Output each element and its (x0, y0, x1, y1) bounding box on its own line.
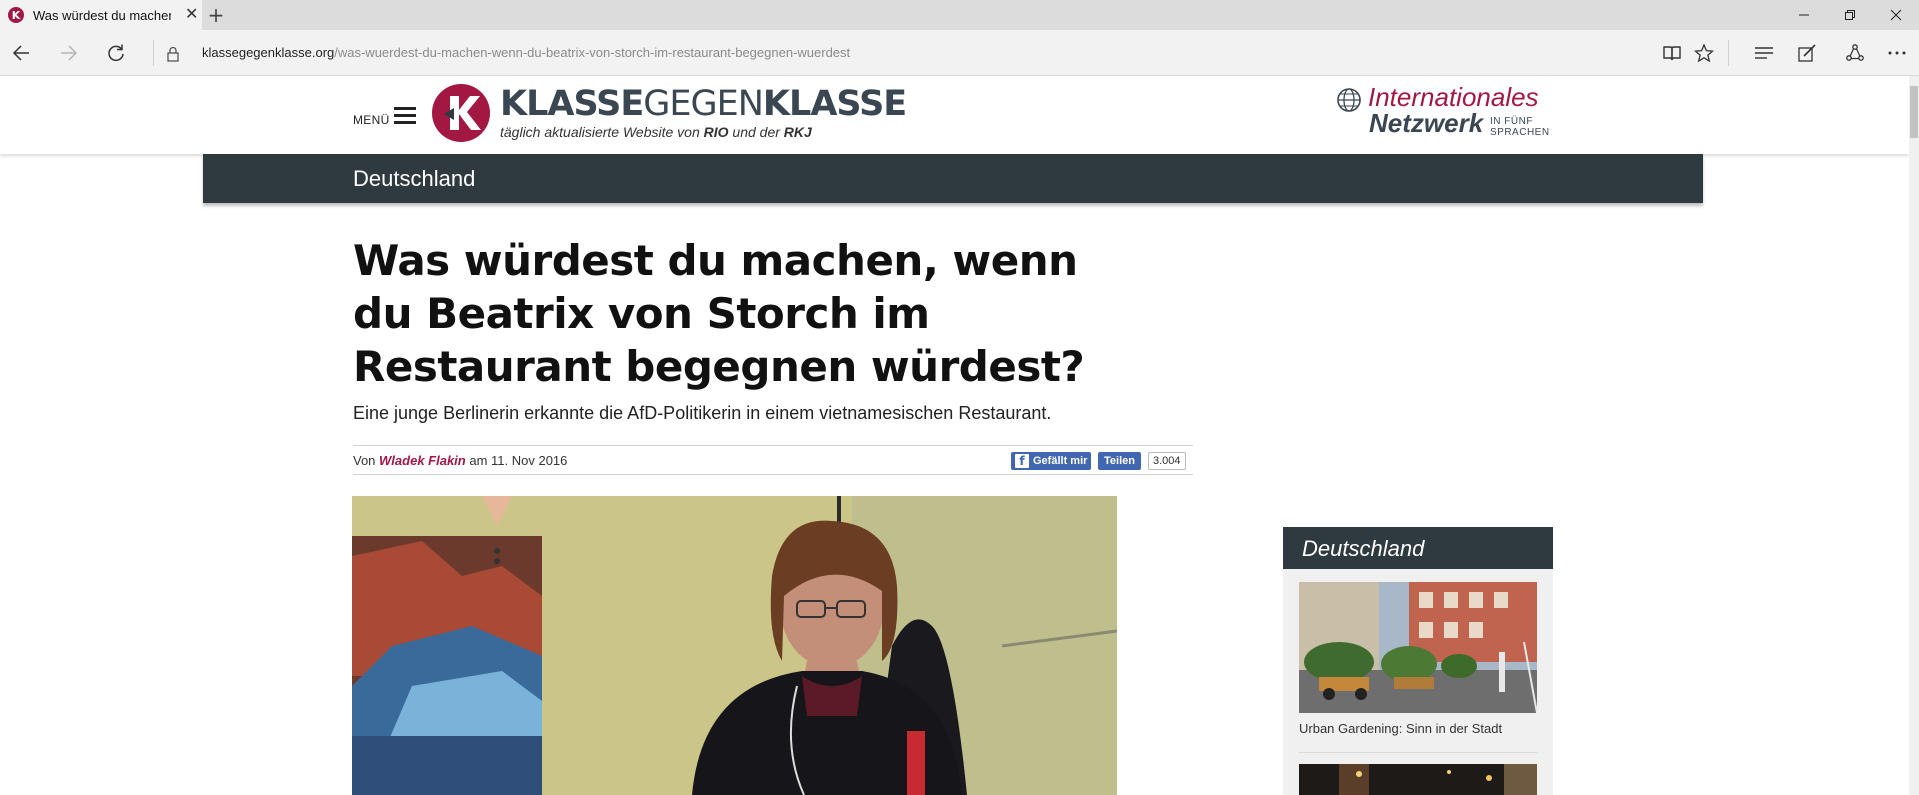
sidebar-section-title[interactable]: Deutschland (1302, 536, 1424, 562)
toolbar-divider (153, 40, 154, 66)
more-button[interactable] (1882, 38, 1912, 68)
reading-view-icon (1663, 46, 1681, 61)
browser-tab[interactable]: K Was würdest du machen, wenn du Beatrix… (0, 0, 202, 30)
back-arrow-icon (12, 45, 29, 61)
back-button[interactable] (6, 38, 36, 68)
logo-word-klasse-2: KLASSE (762, 84, 907, 124)
sidebar-article-image[interactable] (1299, 582, 1537, 713)
scrollbar-thumb[interactable] (1910, 86, 1918, 138)
new-tab-button[interactable]: + (206, 5, 226, 25)
share-icon (1846, 44, 1864, 61)
article-byline: Von Wladek Flakin am 11. Nov 2016 (353, 453, 567, 468)
author-link[interactable]: Wladek Flakin (379, 453, 466, 468)
url-domain: klassegegenklasse.org (202, 45, 335, 60)
url-field[interactable]: klassegegenklasse.org/was-wuerdest-du-ma… (202, 45, 850, 60)
favorite-star-icon (1694, 43, 1714, 63)
refresh-icon (108, 44, 124, 62)
logo-word-gegen: GEGEN (643, 84, 764, 124)
section-bar: Deutschland (203, 154, 1703, 203)
byline-prefix: Von (353, 453, 380, 468)
network-link-line2[interactable]: Netzwerk (1369, 108, 1483, 139)
article-date: am 11. Nov 2016 (465, 453, 568, 468)
sidebar-divider (1299, 752, 1537, 753)
network-sub-line1: IN FÜNF (1490, 116, 1533, 127)
facebook-like-button[interactable]: f Gefällt mir (1011, 452, 1092, 470)
tagline-text: täglich aktualisierte Website von (500, 124, 704, 140)
logo-word-klasse: KLASSE (500, 84, 644, 124)
network-languages-note: IN FÜNF SPRACHEN (1490, 116, 1550, 138)
forward-arrow-icon (61, 45, 78, 61)
favorite-button[interactable] (1689, 38, 1719, 68)
hamburger-menu-icon[interactable] (394, 107, 416, 125)
restore-icon (1845, 10, 1855, 20)
facebook-like-label: Gefällt mir (1033, 455, 1088, 467)
reading-view-button[interactable] (1657, 38, 1687, 68)
sidebar-header: Deutschland (1283, 527, 1553, 569)
toolbar-divider (1728, 40, 1729, 66)
menu-label[interactable]: MENÜ (353, 113, 390, 127)
sidebar-article-image-2[interactable] (1299, 764, 1537, 795)
web-note-icon (1798, 44, 1816, 62)
sidebar-article-caption[interactable]: Urban Gardening: Sinn in der Stadt (1299, 721, 1502, 736)
tagline-text-mid: und der (728, 124, 784, 140)
share-button[interactable] (1840, 38, 1870, 68)
article-subtitle: Eine junge Berlinerin erkannte die AfD-P… (353, 403, 1052, 423)
browser-address-bar: klassegegenklasse.org/was-wuerdest-du-ma… (0, 30, 1919, 76)
network-sub-line2: SPRACHEN (1490, 127, 1550, 138)
close-icon (1890, 9, 1902, 21)
hub-icon (1755, 47, 1773, 59)
article-headline: Was würdest du machen, wenn du Beatrix v… (353, 236, 1085, 391)
section-label[interactable]: Deutschland (353, 166, 475, 192)
globe-icon[interactable] (1335, 86, 1363, 119)
page-scrollbar[interactable] (1909, 76, 1919, 795)
more-icon (1888, 51, 1906, 55)
facebook-share-count: 3.004 (1148, 452, 1186, 470)
site-favicon-icon: K (8, 7, 24, 23)
forward-button[interactable] (54, 38, 84, 68)
site-logo-icon[interactable] (432, 84, 490, 142)
tab-title: Was würdest du machen, wenn du Beatrix v… (33, 7, 171, 23)
lock-icon[interactable] (166, 46, 180, 67)
close-window-button[interactable] (1873, 0, 1919, 30)
site-tagline: täglich aktualisierte Website von RIO un… (500, 124, 812, 140)
site-logo-wordmark[interactable]: KLASSEGEGENKLASSE (500, 84, 907, 124)
refresh-button[interactable] (101, 38, 131, 68)
tagline-rio: RIO (703, 124, 729, 140)
web-note-button[interactable] (1792, 38, 1822, 68)
tagline-rkj: RKJ (783, 124, 812, 140)
browser-tab-bar: K Was würdest du machen, wenn du Beatrix… (0, 0, 1919, 30)
article-hero-image (352, 496, 1117, 795)
minimize-icon (1799, 14, 1809, 16)
minimize-button[interactable] (1781, 0, 1827, 30)
facebook-icon: f (1015, 454, 1029, 468)
facebook-share-button[interactable]: Teilen (1098, 452, 1141, 470)
restore-button[interactable] (1827, 0, 1873, 30)
hub-button[interactable] (1749, 38, 1779, 68)
sidebar-article-list: Urban Gardening: Sinn in der Stadt (1283, 569, 1553, 795)
url-path: /was-wuerdest-du-machen-wenn-du-beatrix-… (334, 45, 851, 60)
site-header: MENÜ KLASSEGEGENKLASSE täglich aktualisi… (0, 76, 1909, 154)
close-tab-icon[interactable]: ✕ (185, 7, 198, 23)
article-meta-bar: Von Wladek Flakin am 11. Nov 2016 f Gefäl… (353, 445, 1193, 475)
